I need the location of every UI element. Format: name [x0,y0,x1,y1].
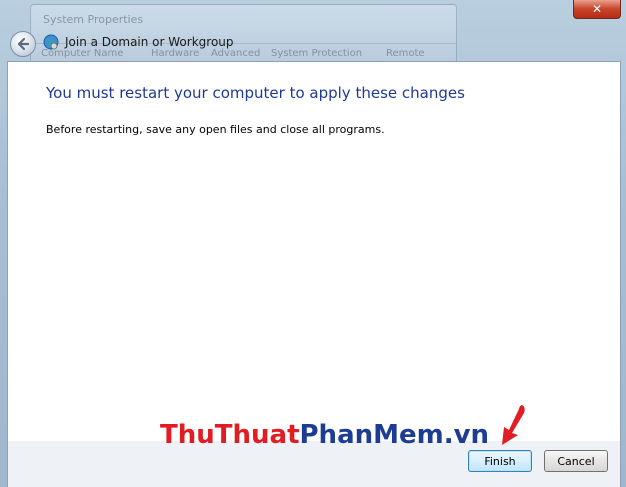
restart-heading: You must restart your computer to apply … [46,84,465,102]
back-button[interactable] [10,31,36,57]
background-tab-hardware: Hardware [151,48,200,59]
red-arrow-icon [502,405,525,445]
background-tab-advanced: Advanced [211,48,261,59]
finish-button[interactable]: Finish [468,450,532,472]
watermark-logo: ThuThuatPhanMem.vn [160,420,490,450]
background-tab-remote: Remote [386,48,425,59]
network-globe-icon [43,34,59,50]
back-arrow-icon [17,37,30,51]
cancel-button[interactable]: Cancel [544,450,608,472]
background-window-title: System Properties [43,13,144,26]
wizard-title: Join a Domain or Workgroup [65,35,234,49]
close-button[interactable]: ✕ [573,0,621,19]
wizard-content-panel: You must restart your computer to apply … [7,61,621,443]
window-frame: System Properties Computer Name Hardware… [0,0,626,487]
restart-instructions: Before restarting, save any open files a… [46,123,385,136]
close-icon: ✕ [591,2,603,16]
background-tab-system-protection: System Protection [271,48,363,59]
